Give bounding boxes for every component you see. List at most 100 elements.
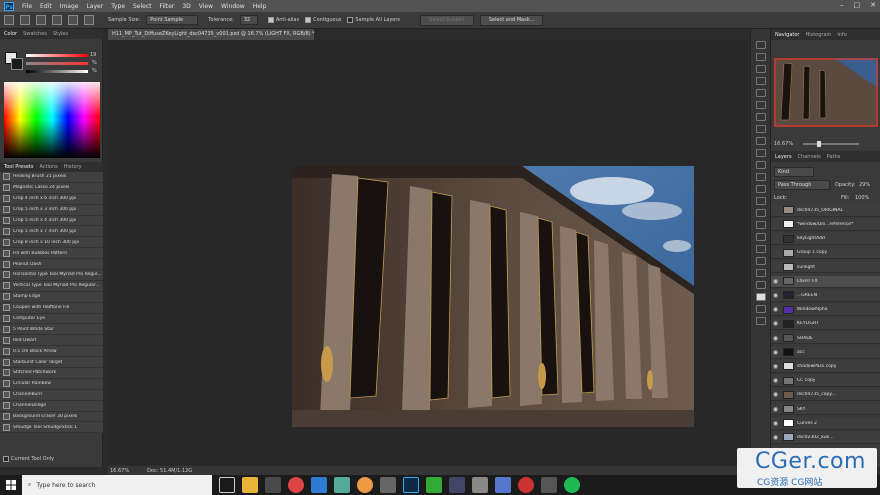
sample-size-select[interactable]: Point Sample <box>146 15 199 25</box>
visibility-eye-icon[interactable]: ◉ <box>771 278 780 285</box>
layer-row[interactable]: ◉ SHADE <box>771 332 880 345</box>
preset-item[interactable]: Vertical Type Tool Myriad Pro Regular... <box>0 280 103 292</box>
color-spectrum[interactable] <box>4 82 100 158</box>
marquee-tool-icon[interactable] <box>755 53 766 61</box>
layer-row[interactable]: ◉ KEYLIGHT <box>771 318 880 331</box>
preset-item[interactable]: ChannelDodge <box>0 400 103 412</box>
preset-item[interactable]: Starburst Color Target <box>0 357 103 369</box>
preset-item[interactable]: Stitched Patchwork <box>0 368 103 379</box>
tab-swatches[interactable]: Swatches <box>23 31 47 37</box>
menu-view[interactable]: View <box>199 3 213 10</box>
maximize-icon[interactable]: □ <box>854 1 861 9</box>
brightness-slider[interactable] <box>26 70 88 73</box>
tab-styles[interactable]: Styles <box>53 31 68 37</box>
new-selection-icon[interactable] <box>36 15 46 25</box>
eraser-tool-icon[interactable] <box>755 161 766 169</box>
layer-filter-kind[interactable]: Kind <box>774 167 814 177</box>
home-icon[interactable] <box>4 15 14 25</box>
shape-tool-icon[interactable] <box>755 245 766 253</box>
zoom-tool-icon[interactable] <box>755 269 766 277</box>
contiguous-option[interactable]: Contiguous <box>305 17 341 23</box>
task-view-icon[interactable] <box>219 477 235 493</box>
windows-start-button[interactable] <box>0 475 22 495</box>
preset-item[interactable]: Smudge Tool SmudgeStick 1 <box>0 422 103 434</box>
menu-edit[interactable]: Edit <box>40 3 52 10</box>
layer-row[interactable]: ◉ LIGHT FX <box>771 276 880 288</box>
visibility-eye-icon[interactable]: ◉ <box>771 335 780 342</box>
menu-window[interactable]: Window <box>221 3 245 10</box>
tab-paths[interactable]: Paths <box>827 154 841 160</box>
preset-item[interactable]: Crop 8 inch x 10 inch 300 ppi <box>0 237 103 249</box>
select-and-mask-button[interactable]: Select and Mask... <box>479 14 544 26</box>
layer-row[interactable]: sunlight <box>771 261 880 274</box>
screen-mode-icon[interactable] <box>755 317 766 325</box>
preset-item[interactable]: Coupon with Halftone Fill <box>0 302 103 314</box>
visibility-eye-icon[interactable]: ◉ <box>771 320 780 327</box>
chrome-icon[interactable] <box>288 477 304 493</box>
layer-row[interactable]: *window/Dio...reference* <box>771 219 880 231</box>
dodge-tool-icon[interactable] <box>755 197 766 205</box>
visibility-eye-icon[interactable]: ◉ <box>771 420 780 427</box>
tab-color[interactable]: Color <box>4 31 17 37</box>
tab-channels[interactable]: Channels <box>798 154 821 160</box>
current-tool-only-option[interactable]: Current Tool Only <box>3 456 54 462</box>
subtract-selection-icon[interactable] <box>68 15 78 25</box>
layer-row[interactable]: ◉ shadowPass copy <box>771 361 880 373</box>
magic-wand-icon[interactable] <box>20 15 30 25</box>
pen-tool-icon[interactable] <box>755 209 766 217</box>
path-selection-tool-icon[interactable] <box>755 233 766 241</box>
menu-layer[interactable]: Layer <box>86 3 103 10</box>
visibility-eye-icon[interactable]: ◉ <box>771 349 780 356</box>
tab-tool-presets[interactable]: Tool Presets <box>4 164 34 170</box>
menu-3d[interactable]: 3D <box>182 3 190 10</box>
background-color-swatch[interactable] <box>11 58 23 70</box>
crop-tool-icon[interactable] <box>755 89 766 97</box>
foreground-color-icon[interactable] <box>755 293 766 301</box>
layer-row[interactable]: dsc04735_ORIGINAL <box>771 205 880 217</box>
layer-row[interactable]: ◉ dsc02302_kuk... <box>771 432 880 444</box>
preset-item[interactable]: Background Eraser 30 pixels <box>0 411 103 423</box>
brush-tool-icon[interactable] <box>755 125 766 133</box>
navigator-zoom-slider[interactable] <box>803 141 860 147</box>
preset-item[interactable]: Crop 5 inch x 7 inch 300 ppi <box>0 226 103 238</box>
eyedropper-tool-icon[interactable] <box>755 101 766 109</box>
app-icon-4[interactable] <box>449 477 465 493</box>
layer-row[interactable]: keyLightAdd <box>771 233 880 245</box>
blur-tool-icon[interactable] <box>755 185 766 193</box>
tab-info[interactable]: Info <box>837 32 846 38</box>
minimize-icon[interactable]: – <box>840 1 844 9</box>
navigator-zoom-value[interactable]: 16.67% <box>774 141 793 147</box>
visibility-eye-icon[interactable]: ◉ <box>771 363 780 370</box>
preset-item[interactable]: Crop 4 inch x 6 inch 300 ppi <box>0 193 103 205</box>
layer-row[interactable]: ◉ SKY <box>771 403 880 416</box>
visibility-eye-icon[interactable]: ◉ <box>771 391 780 398</box>
preset-item[interactable]: Crop 5 inch x 3 inch 300 ppi <box>0 204 103 216</box>
preset-item[interactable]: Horizontal Type Tool Myriad Pro Regul... <box>0 270 103 281</box>
taskbar-search[interactable]: ⌕ Type here to search <box>22 475 212 495</box>
app-icon-3[interactable] <box>426 477 442 493</box>
anti-alias-option[interactable]: Anti-alias <box>267 17 299 23</box>
app-icon-6[interactable] <box>495 477 511 493</box>
preset-item[interactable]: Peanut Dash <box>0 259 103 271</box>
layer-row[interactable]: Group 1 copy <box>771 247 880 260</box>
app-icon-8[interactable] <box>541 477 557 493</box>
lasso-tool-icon[interactable] <box>755 65 766 73</box>
menu-help[interactable]: Help <box>253 3 267 10</box>
preset-item[interactable]: 5 Point White Star <box>0 324 103 336</box>
tab-navigator[interactable]: Navigator <box>775 32 799 38</box>
healing-brush-tool-icon[interactable] <box>755 113 766 121</box>
tab-history[interactable]: History <box>64 164 82 170</box>
layer-row[interactable]: ◉ ...GREEN <box>771 290 880 302</box>
store-icon[interactable] <box>265 477 281 493</box>
sample-all-layers-option[interactable]: Sample All Layers <box>347 17 400 23</box>
tab-histogram[interactable]: Histogram <box>805 32 831 38</box>
gradient-tool-icon[interactable] <box>755 173 766 181</box>
move-tool-icon[interactable] <box>755 41 766 49</box>
photoshop-taskbar-icon[interactable] <box>403 477 419 493</box>
add-selection-icon[interactable] <box>52 15 62 25</box>
document-tab[interactable]: H11_MP_Tut_DiffuseZKeyLight_dsc04735_v00… <box>108 29 314 40</box>
preset-item[interactable]: ChannelBurn <box>0 389 103 401</box>
menu-file[interactable]: File <box>22 3 32 10</box>
opacity-value[interactable]: 29% <box>859 182 870 188</box>
zoom-readout[interactable]: 16.67% <box>110 468 129 474</box>
